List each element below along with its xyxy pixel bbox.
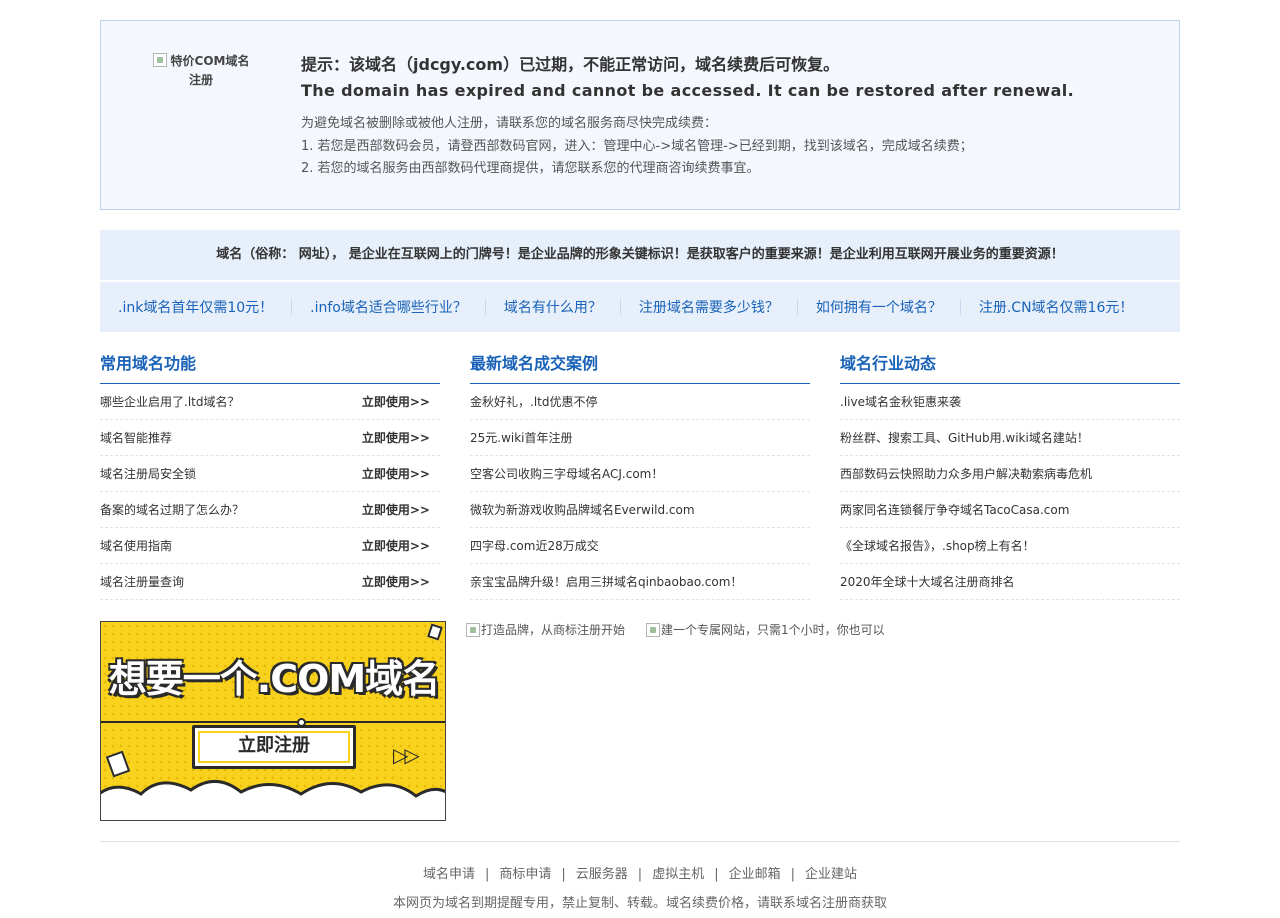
broken-image-icon (152, 53, 167, 67)
quick-link-domain-cost[interactable]: 注册域名需要多少钱？ (639, 297, 779, 317)
list-item-label[interactable]: 《全球域名报告》，.shop榜上有名！ (840, 528, 1035, 563)
list-item-label[interactable]: 2020年全球十大域名注册商排名 (840, 564, 1015, 599)
list-item[interactable]: 2020年全球十大域名注册商排名 (840, 564, 1180, 600)
footer-links: 域名申请 | 商标申请 | 云服务器 | 虚拟主机 | 企业邮箱 | 企业建站 (0, 864, 1280, 886)
list-item-label[interactable]: 金秋好礼，.ltd优惠不停 (470, 384, 597, 419)
list-item-label[interactable]: 备案的域名过期了怎么办？ (100, 492, 244, 527)
notice-instructions: 为避免域名被删除或被他人注册，请联系您的域名服务商尽快完成续费： 1. 若您是西… (301, 113, 1161, 181)
use-now-link[interactable]: 立即使用>> (362, 492, 430, 527)
list-item-label[interactable]: 域名使用指南 (100, 528, 172, 563)
list-item[interactable]: 西部数码云快照助力众多用户解决勒索病毒危机 (840, 456, 1180, 492)
list-item[interactable]: .live域名金秋钜惠来袭 (840, 384, 1180, 420)
footer-link-cloud-server[interactable]: 云服务器 (576, 867, 628, 882)
list-item[interactable]: 四字母.com近28万成交 (470, 528, 810, 564)
list-item-label[interactable]: 亲宝宝品牌升级！启用三拼域名qinbaobao.com！ (470, 564, 742, 599)
divider (619, 299, 621, 315)
list-item-label[interactable]: 空客公司收购三字母域名ACJ.com！ (470, 456, 663, 491)
footer-separator: | (790, 867, 795, 882)
latest-deals-column: 最新域名成交案例 金秋好礼，.ltd优惠不停 25元.wiki首年注册 空客公司… (470, 346, 810, 600)
list-item[interactable]: 微软为新游戏收购品牌域名Everwild.com (470, 492, 810, 528)
notice-title-cn: 提示：该域名（jdcgy.com）已过期，不能正常访问，域名续费后可恢复。 (301, 55, 840, 74)
list-item[interactable]: 域名注册局安全锁 立即使用>> (100, 456, 440, 492)
image-alt-text: 建一个专属网站，只需1个小时，你也可以 (661, 623, 885, 637)
list-item[interactable]: 备案的域名过期了怎么办？ 立即使用>> (100, 492, 440, 528)
promo-image-alt: 特价COM域名注册 (170, 54, 250, 87)
quick-links-bar: .ink域名首年仅需10元！ .info域名适合哪些行业？ 域名有什么用？ 注册… (100, 282, 1180, 332)
list-item-label[interactable]: 25元.wiki首年注册 (470, 420, 573, 455)
image-alt-text: 打造品牌，从商标注册开始 (481, 623, 626, 637)
banner-line (101, 721, 445, 723)
expiry-notice: 特价COM域名注册 提示：该域名（jdcgy.com）已过期，不能正常访问，域名… (100, 20, 1180, 210)
use-now-link[interactable]: 立即使用>> (362, 528, 430, 563)
button-inner-border (198, 731, 350, 763)
footer-link-website[interactable]: 企业建站 (805, 867, 857, 882)
footer-link-virtual-host[interactable]: 虚拟主机 (652, 867, 704, 882)
list-item-label[interactable]: 两家同名连锁餐厅争夺域名TacoCasa.com (840, 492, 1069, 527)
cloud-shape (101, 780, 445, 820)
column-title: 常用域名功能 (100, 346, 440, 384)
industry-news-column: 域名行业动态 .live域名金秋钜惠来袭 粉丝群、搜索工具、GitHub用.wi… (840, 346, 1180, 600)
notice-text: 提示：该域名（jdcgy.com）已过期，不能正常访问，域名续费后可恢复。 Th… (301, 52, 1161, 181)
list-item[interactable]: 金秋好礼，.ltd优惠不停 (470, 384, 810, 420)
list-item[interactable]: 域名智能推荐 立即使用>> (100, 420, 440, 456)
footer-separator: | (637, 867, 643, 882)
slogan-banner: 域名（俗称： 网址）， 是企业在互联网上的门牌号！是企业品牌的形象关键标识！是获… (100, 230, 1180, 280)
notice-line: 1. 若您是西部数码会员，请登西部数码官网，进入：管理中心->域名管理->已经到… (301, 138, 973, 154)
use-now-link[interactable]: 立即使用>> (362, 456, 430, 491)
use-now-link[interactable]: 立即使用>> (362, 420, 430, 455)
column-title: 域名行业动态 (840, 346, 1180, 384)
trademark-image-link[interactable]: 打造品牌，从商标注册开始 (466, 621, 625, 638)
list-item[interactable]: 哪些企业启用了.ltd域名？ 立即使用>> (100, 384, 440, 420)
list-item-label[interactable]: 域名智能推荐 (100, 420, 172, 455)
list-item[interactable]: 域名注册量查询 立即使用>> (100, 564, 440, 600)
divider (959, 299, 961, 315)
divider (291, 299, 293, 315)
notice-title-en: The domain has expired and cannot be acc… (301, 81, 1075, 100)
list-item[interactable]: 亲宝宝品牌升级！启用三拼域名qinbaobao.com！ (470, 564, 810, 600)
quick-link-domain-use[interactable]: 域名有什么用？ (504, 297, 602, 317)
footer-note: 本网页为域名到期提醒专用，禁止复制、转载。域名续费价格，请联系域名注册商获取 (392, 896, 887, 911)
list-item-label[interactable]: 粉丝群、搜索工具、GitHub用.wiki域名建站！ (840, 420, 1089, 455)
notice-line: 2. 若您的域名服务由西部数码代理商提供，请您联系您的代理商咨询续费事宜。 (301, 161, 760, 176)
quick-link-ink[interactable]: .ink域名首年仅需10元！ (118, 297, 273, 317)
quick-link-cn[interactable]: 注册.CN域名仅需16元！ (979, 297, 1134, 317)
list-item[interactable]: 域名使用指南 立即使用>> (100, 528, 440, 564)
column-title: 最新域名成交案例 (470, 346, 810, 384)
footer-separator: | (714, 867, 719, 882)
quick-link-info[interactable]: .info域名适合哪些行业？ (310, 297, 467, 317)
promo-image-link[interactable]: 特价COM域名注册 (151, 52, 251, 90)
list-item[interactable]: 粉丝群、搜索工具、GitHub用.wiki域名建站！ (840, 420, 1180, 456)
double-arrow-icon: ▷▷ (393, 743, 420, 767)
quick-link-own-domain[interactable]: 如何拥有一个域名？ (816, 297, 942, 317)
broken-image-icon (646, 623, 660, 637)
list-item[interactable]: 25元.wiki首年注册 (470, 420, 810, 456)
website-image-link[interactable]: 建一个专属网站，只需1个小时，你也可以 (646, 621, 885, 638)
footer-separator: | (484, 867, 490, 882)
notice-line: 为避免域名被删除或被他人注册，请联系您的域名服务商尽快完成续费： (301, 116, 718, 131)
footer-divider (100, 841, 1180, 842)
list-item[interactable]: 空客公司收购三字母域名ACJ.com！ (470, 456, 810, 492)
list-item-label[interactable]: 域名注册局安全锁 (100, 456, 196, 491)
use-now-link[interactable]: 立即使用>> (362, 384, 430, 419)
list-item-label[interactable]: 西部数码云快照助力众多用户解决勒索病毒危机 (840, 456, 1092, 491)
footer-link-trademark[interactable]: 商标申请 (499, 867, 551, 882)
list-item[interactable]: 两家同名连锁餐厅争夺域名TacoCasa.com (840, 492, 1180, 528)
footer-separator: | (561, 867, 566, 882)
divider (796, 299, 798, 315)
list-item-label[interactable]: 四字母.com近28万成交 (470, 528, 599, 563)
list-item[interactable]: 《全球域名报告》，.shop榜上有名！ (840, 528, 1180, 564)
use-now-link[interactable]: 立即使用>> (362, 564, 430, 599)
broken-image-icon (466, 623, 480, 637)
com-domain-banner[interactable]: 想要一个.COM域名 立即注册 ▷▷ (100, 621, 446, 821)
divider (484, 299, 486, 315)
register-now-button[interactable]: 立即注册 (192, 725, 356, 769)
footer-link-domain[interactable]: 域名申请 (423, 867, 475, 882)
list-item-label[interactable]: .live域名金秋钜惠来袭 (840, 384, 961, 419)
footer-link-email[interactable]: 企业邮箱 (729, 867, 781, 882)
list-item-label[interactable]: 哪些企业启用了.ltd域名？ (100, 384, 239, 419)
common-functions-column: 常用域名功能 哪些企业启用了.ltd域名？ 立即使用>> 域名智能推荐 立即使用>>… (100, 346, 440, 600)
banner-headline: 想要一个.COM域名 (108, 657, 440, 701)
list-item-label[interactable]: 域名注册量查询 (100, 564, 184, 599)
list-item-label[interactable]: 微软为新游戏收购品牌域名Everwild.com (470, 492, 695, 527)
